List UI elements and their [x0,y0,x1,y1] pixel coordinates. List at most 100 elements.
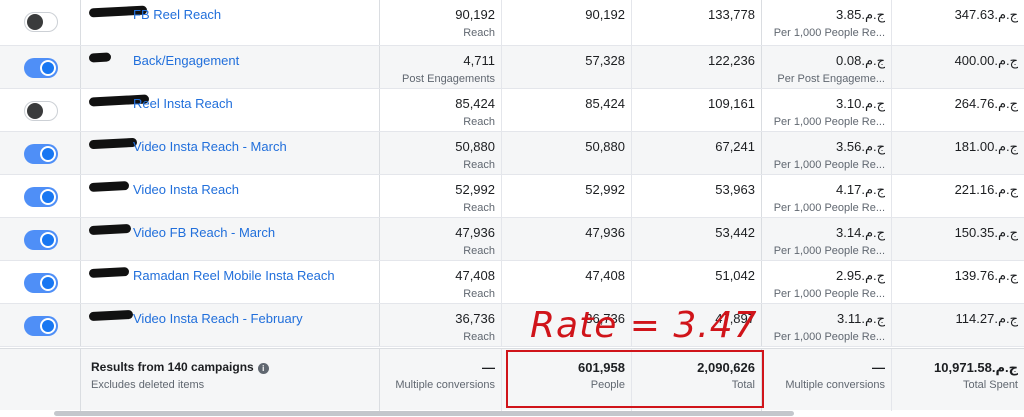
campaign-name-link[interactable]: Video Insta Reach - March [133,139,287,154]
campaign-toggle[interactable] [24,12,58,32]
cost-cell: ج.م.‏4.17 Per 1,000 People Re... [762,175,892,217]
summary-impressions-label: Total [731,379,755,391]
impressions-cell: 53,963 [632,175,762,217]
cost-label: Per Post Engageme... [777,73,885,85]
reach-cell: 52,992 [502,175,632,217]
campaign-toggle[interactable] [24,58,58,78]
reach-value: 50,880 [585,139,625,154]
spent-cell: ج.م.‏400.00 [892,46,1024,88]
toggle-cell [0,89,80,131]
result-type: Post Engagements [402,73,495,85]
table-row[interactable]: Ramadan Reel Mobile Insta Reach 47,408 Rea… [0,261,1024,304]
spent-value: ج.م.‏139.76 [954,268,1018,283]
spent-cell: ج.م.‏150.35 [892,218,1024,260]
cost-cell: ج.م.‏2.95 Per 1,000 People Re... [762,261,892,303]
campaign-name-link[interactable]: Ramadan Reel Mobile Insta Reach [133,268,335,283]
campaign-toggle[interactable] [24,187,58,207]
impressions-cell: 122,236 [632,46,762,88]
cost-label: Per 1,000 People Re... [773,116,885,128]
results-cell: 4,711 Post Engagements [380,46,502,88]
result-type: Reach [463,116,495,128]
campaign-name-link[interactable]: Video FB Reach - March [133,225,275,240]
toggle-cell [0,46,80,88]
redaction-mark [88,309,134,322]
reach-value: 47,936 [585,225,625,240]
campaign-toggle[interactable] [24,273,58,293]
summary-title-wrap: Results from 140 campaigns i [91,360,269,374]
result-type: Reach [463,27,495,39]
table-row[interactable]: Video Insta Reach 52,992 Reach 52,992 53,963… [0,175,1024,218]
results-value: 36,736 [455,311,495,326]
table-row[interactable]: Reel Insta Reach 85,424 Reach 85,424 109,161… [0,89,1024,132]
horizontal-scrollbar[interactable] [54,411,794,416]
campaign-name-link[interactable]: Reel Insta Reach [133,96,233,111]
spent-value: ج.م.‏347.63 [954,7,1018,22]
name-cell: Video Insta Reach - February [80,304,380,346]
spent-value: ج.م.‏114.27 [955,311,1018,326]
result-type: Reach [463,159,495,171]
summary-impressions-cell: 2,090,626 Total [632,349,762,411]
results-cell: 52,992 Reach [380,175,502,217]
results-value: 85,424 [455,96,495,111]
summary-spent-cell: ج.م.‏10,971.58 Total Spent [892,349,1024,411]
summary-results: — [482,360,495,375]
campaign-name-link[interactable]: Video Insta Reach [133,182,239,197]
info-icon[interactable]: i [257,363,269,374]
summary-results-label: Multiple conversions [395,379,495,391]
toggle-knob [40,318,56,334]
impressions-value: 53,442 [715,225,755,240]
results-value: 90,192 [455,7,495,22]
summary-cost-label: Multiple conversions [785,379,885,391]
cost-cell: ج.م.‏3.14 Per 1,000 People Re... [762,218,892,260]
campaign-name-link[interactable]: Video Insta Reach - February [133,311,303,326]
summary-cost-cell: — Multiple conversions [762,349,892,411]
cost-cell: ج.م.‏3.85 Per 1,000 People Re... [762,0,892,45]
impressions-value: 122,236 [708,53,755,68]
campaign-name-link[interactable]: FB Reel Reach [133,7,221,22]
spent-cell: ج.م.‏181.00 [892,132,1024,174]
spent-cell: ج.م.‏264.76 [892,89,1024,131]
reach-value: 90,192 [585,7,625,22]
cost-cell: ج.م.‏3.11 Per 1,000 People Re... [762,304,892,346]
table-row[interactable]: Back/Engagement 4,711 Post Engagements 57,3… [0,46,1024,89]
toggle-knob [40,146,56,162]
campaign-toggle[interactable] [24,316,58,336]
annotation-text: Rate = 3.47 [530,305,758,346]
campaigns-table: FB Reel Reach 90,192 Reach 90,192 133,778 ج.م… [0,0,1024,347]
cost-value: ج.م.‏3.56 [836,139,885,154]
table-row[interactable]: Video Insta Reach - March 50,880 Reach 50,8… [0,132,1024,175]
table-row[interactable]: Video Insta Reach - February 36,736 Reach 3… [0,304,1024,347]
result-type: Reach [463,202,495,214]
toggle-cell [0,0,80,45]
toggle-knob [27,103,43,119]
impressions-cell: 133,778 [632,0,762,45]
campaign-toggle[interactable] [24,144,58,164]
summary-reach: 601,958 [578,360,625,375]
results-value: 47,936 [455,225,495,240]
impressions-value: 53,963 [715,182,755,197]
name-cell: FB Reel Reach [80,0,380,45]
redaction-mark [88,180,130,193]
spent-cell: ج.م.‏114.27 [892,304,1024,346]
summary-spent-label: Total Spent [962,379,1018,391]
table-row[interactable]: FB Reel Reach 90,192 Reach 90,192 133,778 ج.م… [0,0,1024,46]
toggle-knob [40,275,56,291]
toggle-knob [40,189,56,205]
results-value: 50,880 [455,139,495,154]
cost-label: Per 1,000 People Re... [773,245,885,257]
spent-cell: ج.م.‏347.63 [892,0,1024,45]
table-row[interactable]: Video FB Reach - March 47,936 Reach 47,936 5… [0,218,1024,261]
summary-row: Results from 140 campaigns i Excludes del… [0,348,1024,411]
toggle-cell [0,218,80,260]
toggle-cell [0,132,80,174]
results-cell: 47,408 Reach [380,261,502,303]
campaign-name-link[interactable]: Back/Engagement [133,53,239,68]
results-value: 47,408 [455,268,495,283]
campaign-toggle[interactable] [24,101,58,121]
campaign-toggle[interactable] [24,230,58,250]
reach-cell: 85,424 [502,89,632,131]
cost-cell: ج.م.‏3.56 Per 1,000 People Re... [762,132,892,174]
cost-value: ج.م.‏3.14 [836,225,885,240]
spent-value: ج.م.‏181.00 [954,139,1018,154]
reach-cell: 50,880 [502,132,632,174]
